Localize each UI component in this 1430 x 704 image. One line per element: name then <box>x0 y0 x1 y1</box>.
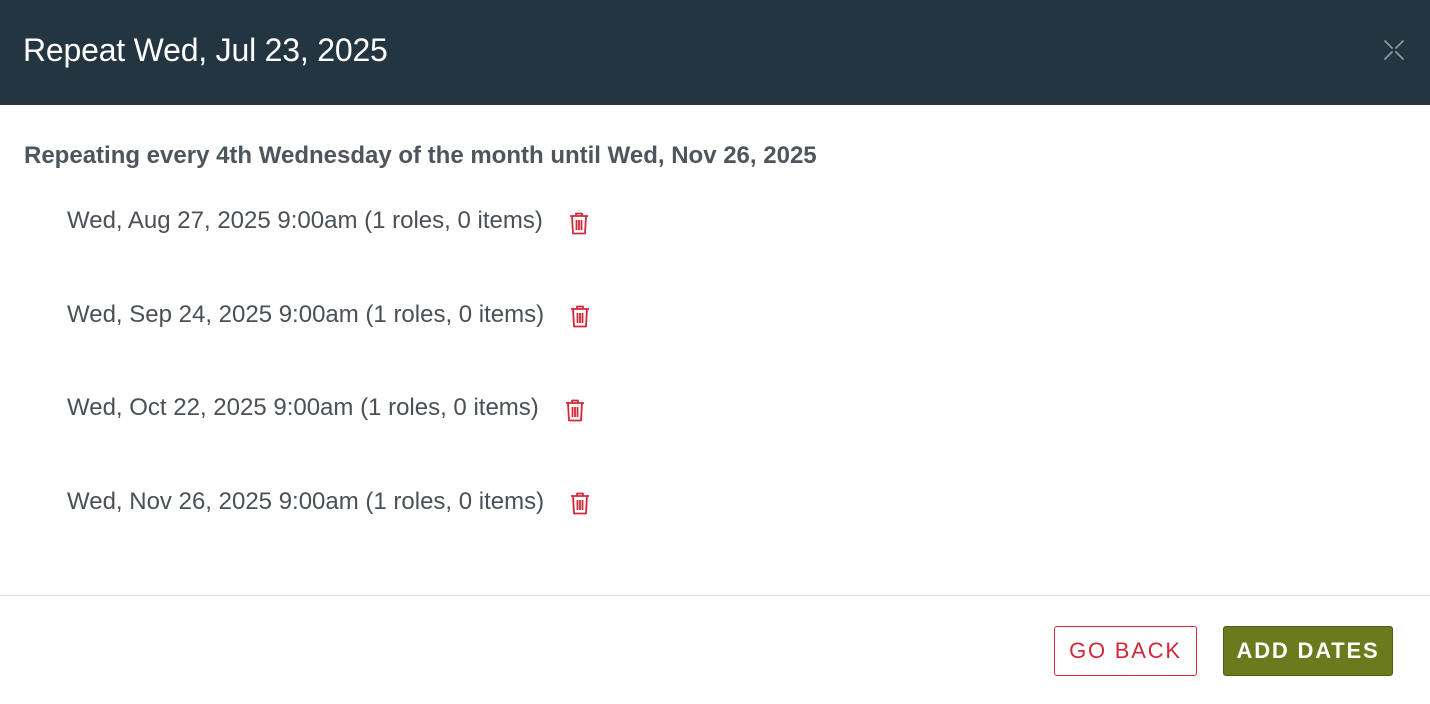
go-back-button[interactable]: GO BACK <box>1054 626 1197 676</box>
trash-icon <box>571 305 590 328</box>
close-icon <box>1384 40 1404 60</box>
delete-date-button[interactable] <box>568 491 592 517</box>
date-label: Wed, Oct 22, 2025 9:00am (1 roles, 0 ite… <box>67 394 539 421</box>
date-list-item: Wed, Nov 26, 2025 9:00am (1 roles, 0 ite… <box>67 484 592 578</box>
dialog-header: Repeat Wed, Jul 23, 2025 <box>0 0 1430 105</box>
add-dates-button[interactable]: ADD DATES <box>1223 626 1393 676</box>
delete-date-button[interactable] <box>568 304 592 330</box>
close-button[interactable] <box>1382 38 1406 62</box>
trash-icon <box>565 399 584 421</box>
repeat-dialog: Repeat Wed, Jul 23, 2025 Repeating every… <box>0 0 1430 704</box>
date-label: Wed, Aug 27, 2025 9:00am (1 roles, 0 ite… <box>67 207 543 234</box>
delete-date-button[interactable] <box>567 210 591 236</box>
trash-icon <box>571 492 590 515</box>
dialog-body: Repeating every 4th Wednesday of the mon… <box>0 105 1430 595</box>
dialog-footer: GO BACK ADD DATES <box>0 595 1430 704</box>
date-list-item: Wed, Aug 27, 2025 9:00am (1 roles, 0 ite… <box>67 203 592 297</box>
date-list-item: Wed, Sep 24, 2025 9:00am (1 roles, 0 ite… <box>67 297 592 391</box>
trash-icon <box>569 212 588 234</box>
delete-date-button[interactable] <box>563 397 587 423</box>
date-list-item: Wed, Oct 22, 2025 9:00am (1 roles, 0 ite… <box>67 390 592 484</box>
dialog-title: Repeat Wed, Jul 23, 2025 <box>23 32 388 68</box>
date-label: Wed, Sep 24, 2025 9:00am (1 roles, 0 ite… <box>67 300 545 328</box>
date-label: Wed, Nov 26, 2025 9:00am (1 roles, 0 ite… <box>67 487 545 515</box>
repeat-summary: Repeating every 4th Wednesday of the mon… <box>24 142 817 169</box>
date-list: Wed, Aug 27, 2025 9:00am (1 roles, 0 ite… <box>67 203 592 577</box>
